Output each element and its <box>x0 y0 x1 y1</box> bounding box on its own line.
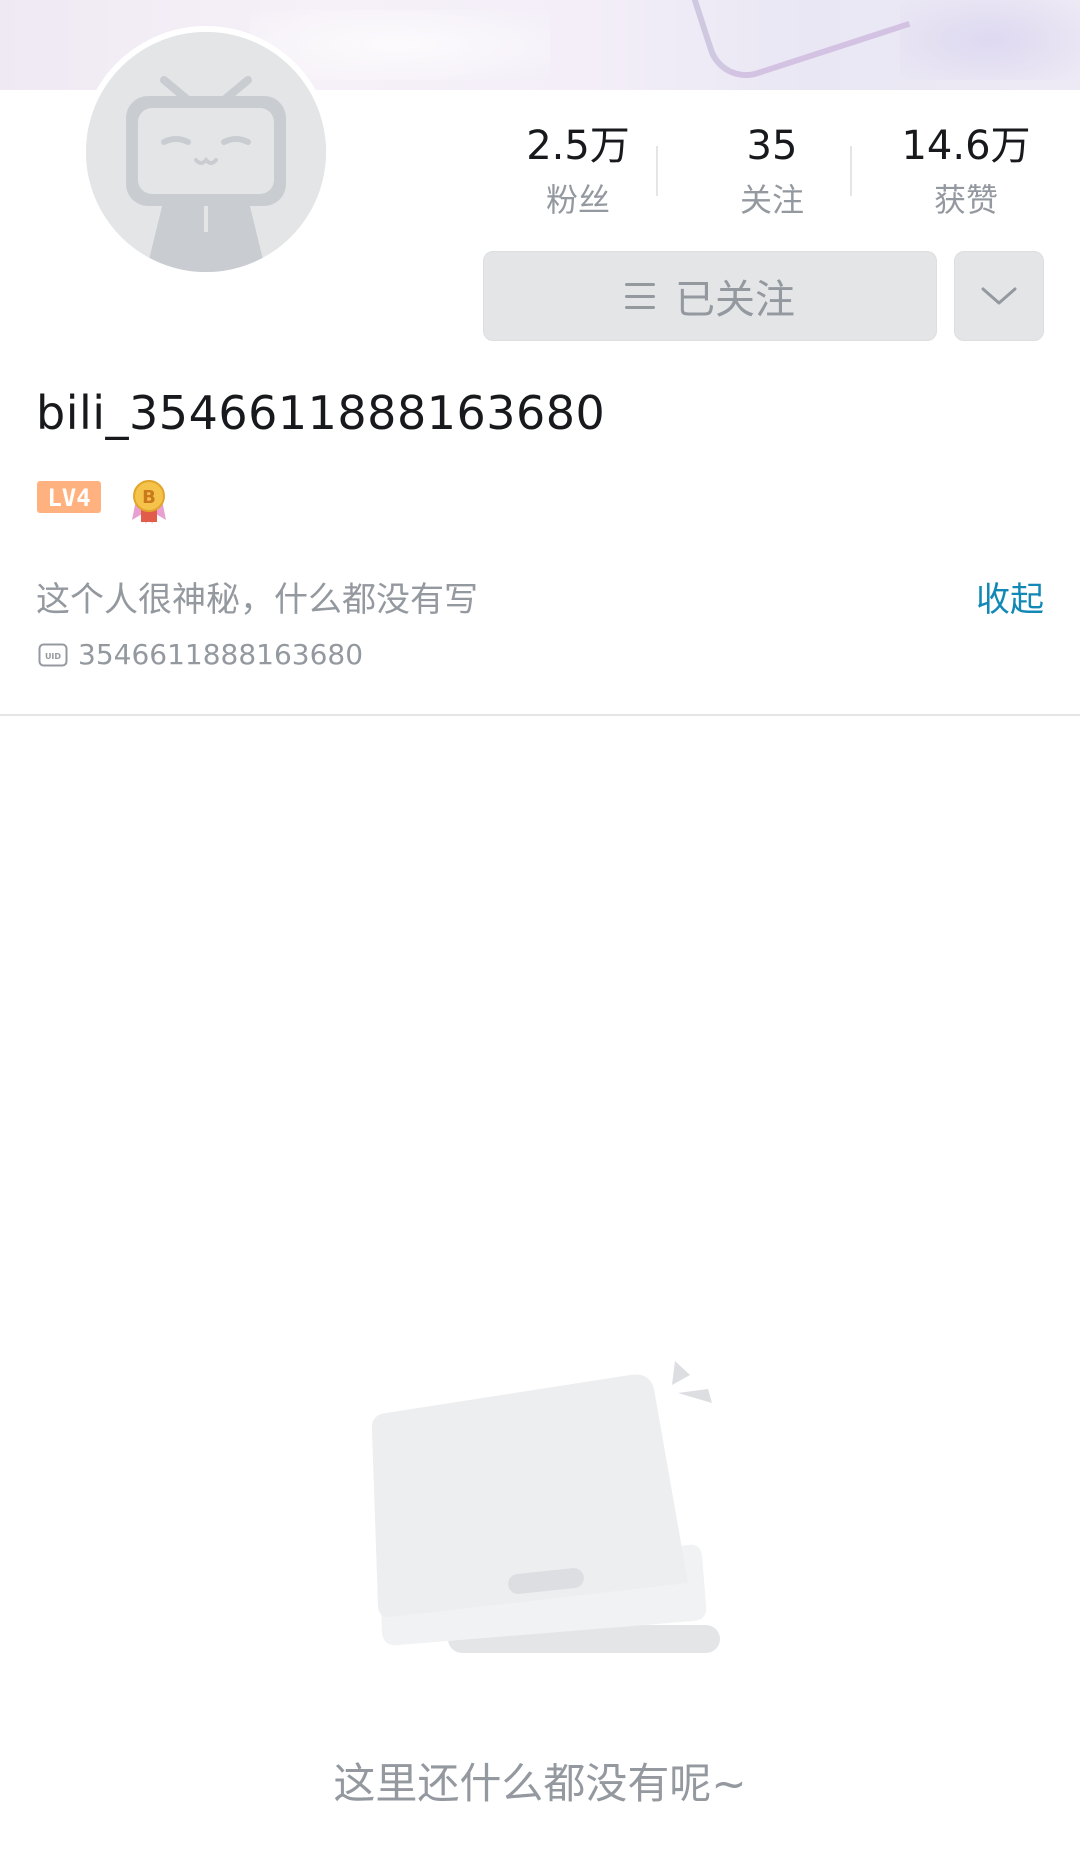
followed-label: 已关注 <box>675 277 795 323</box>
stat-likes[interactable]: 14.6万 获赞 <box>876 120 1056 224</box>
chevron-down-icon <box>981 287 1017 305</box>
level-text: LV4 <box>47 484 90 512</box>
stat-divider <box>656 146 658 196</box>
profile-signature: 这个人很神秘，什么都没有写 <box>36 580 478 620</box>
menu-icon <box>625 283 655 309</box>
more-options-button[interactable] <box>954 251 1044 341</box>
collapse-link[interactable]: 收起 <box>976 572 1044 621</box>
uid-icon: UID <box>38 643 68 666</box>
profile-page: 2.5万 粉丝 35 关注 14.6万 获赞 已关注 bili_35466118… <box>0 0 1080 1849</box>
stat-value: 35 <box>746 123 798 169</box>
stat-value: 14.6万 <box>901 123 1031 169</box>
stat-label: 获赞 <box>933 181 998 219</box>
uid-row: UID 3546611888163680 <box>38 638 363 671</box>
section-divider <box>0 714 1080 716</box>
empty-laptop-icon <box>371 1361 720 1653</box>
stat-label: 粉丝 <box>545 181 610 219</box>
medal-badge-icon[interactable]: B <box>128 478 170 526</box>
svg-text:B: B <box>142 487 156 508</box>
stat-fans[interactable]: 2.5万 粉丝 <box>488 120 668 224</box>
uid-value: 3546611888163680 <box>78 638 364 671</box>
stat-label: 关注 <box>739 181 804 219</box>
username: bili_3546611888163680 <box>36 386 606 440</box>
stat-value: 2.5万 <box>526 123 630 169</box>
level-badge-icon[interactable]: LV4 <box>36 480 102 514</box>
stat-following[interactable]: 35 关注 <box>682 120 862 224</box>
empty-state-text: 这里还什么都没有呢~ <box>333 1759 747 1808</box>
stats-bar: 2.5万 粉丝 35 关注 14.6万 获赞 <box>480 120 1080 230</box>
svg-text:UID: UID <box>45 652 61 661</box>
followed-button[interactable]: 已关注 <box>483 251 937 341</box>
avatar[interactable] <box>80 26 332 278</box>
default-tv-avatar-icon <box>86 32 326 272</box>
stat-divider <box>850 146 852 196</box>
